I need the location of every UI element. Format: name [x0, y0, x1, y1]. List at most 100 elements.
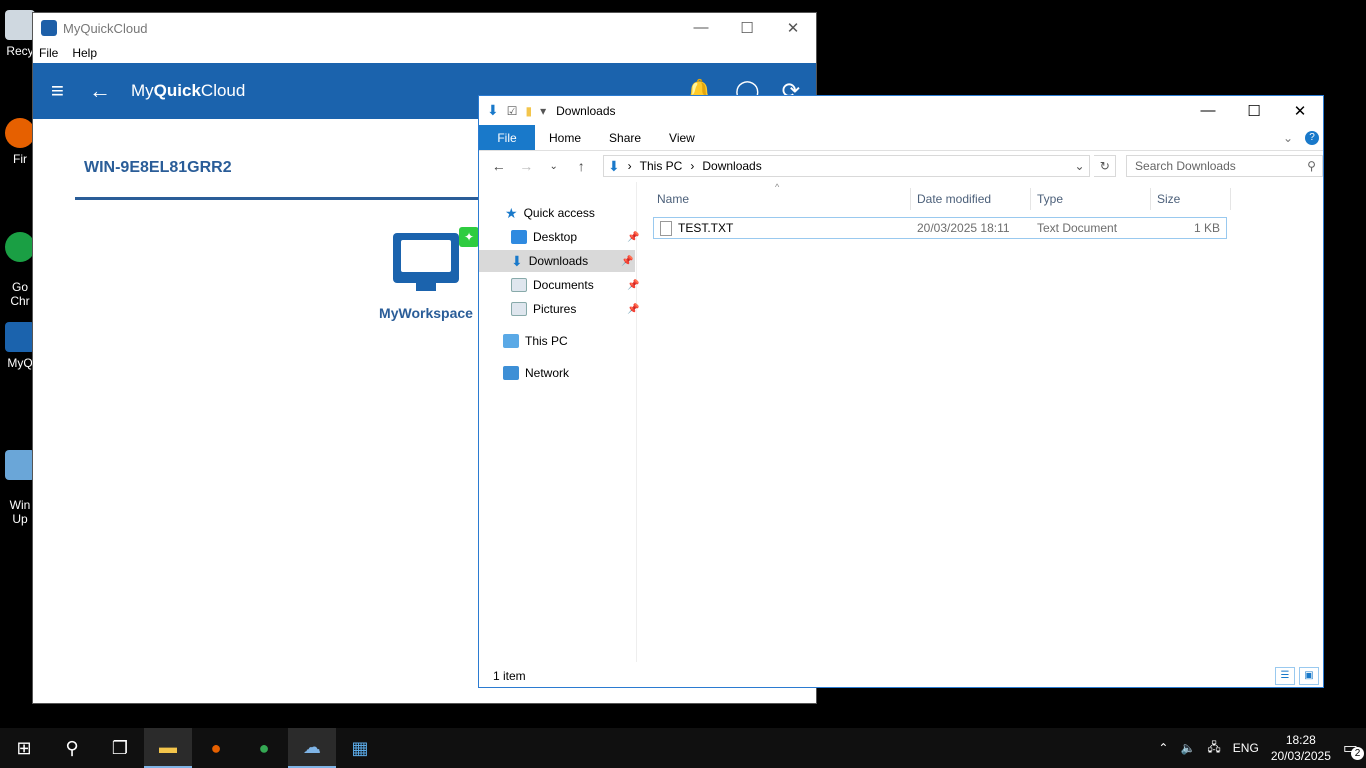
firefox-taskbar-icon[interactable]: ● — [192, 728, 240, 768]
details-view-icon[interactable]: ☰ — [1275, 667, 1295, 685]
column-header-name[interactable]: Name ^ — [651, 182, 911, 210]
column-header-date-modified[interactable]: Date modified — [911, 188, 1031, 210]
recent-locations-icon[interactable]: ⌄ — [542, 161, 565, 172]
ribbon-tab-home[interactable]: Home — [535, 131, 595, 145]
help-icon[interactable]: ? — [1305, 130, 1319, 145]
desktop-icon-label: Fir — [13, 152, 27, 166]
new-folder-icon[interactable]: ▮ — [526, 104, 533, 118]
pin-icon[interactable]: 📌 — [627, 232, 639, 243]
nav-desktop[interactable]: Desktop 📌 — [511, 226, 639, 248]
nav-pictures[interactable]: Pictures 📌 — [511, 298, 639, 320]
myquickcloud-taskbar-icon[interactable]: ☁ — [288, 728, 336, 768]
ribbon: File Home Share View ⌄ ? — [479, 125, 1323, 151]
file-explorer-taskbar-icon[interactable]: ▬ — [144, 728, 192, 768]
task-view-icon[interactable]: ❐ — [96, 728, 144, 768]
up-icon[interactable]: ↑ — [569, 158, 592, 174]
nav-network[interactable]: Network — [503, 362, 635, 384]
nav-documents[interactable]: Documents 📌 — [511, 274, 639, 296]
pin-icon[interactable]: 📌 — [627, 304, 639, 315]
close-button[interactable]: ✕ — [770, 19, 816, 37]
navigation-pane: ★ Quick access Desktop 📌 ⬇ Downloads 📌 D… — [479, 182, 639, 662]
breadcrumb-downloads[interactable]: Downloads — [702, 159, 761, 173]
column-header-type[interactable]: Type — [1031, 188, 1151, 210]
clock[interactable]: 18:28 20/03/2025 — [1271, 732, 1331, 764]
divider — [75, 197, 495, 200]
qat-dropdown-icon[interactable]: ▾ — [540, 104, 546, 118]
volume-muted-icon[interactable]: 🔈 — [1180, 741, 1195, 755]
recycle-bin-icon — [5, 10, 35, 40]
windows-update-icon — [5, 450, 35, 480]
star-icon: ★ — [505, 204, 518, 221]
desktop-icon-label: Go Chr — [10, 280, 30, 308]
file-name: TEST.TXT — [678, 221, 734, 235]
nav-this-pc[interactable]: This PC — [503, 330, 635, 352]
explorer-titlebar: ⬇ ☑ ▮ ▾ Downloads — ☐ ✕ — [479, 96, 1323, 125]
notification-count: 2 — [1351, 747, 1364, 760]
ribbon-tab-view[interactable]: View — [655, 131, 709, 145]
ribbon-tab-share[interactable]: Share — [595, 131, 655, 145]
monitor-stand — [416, 283, 436, 291]
nav-label: Downloads — [528, 254, 589, 268]
breadcrumb-this-pc[interactable]: This PC — [640, 159, 683, 173]
expand-ribbon-icon[interactable]: ⌄ — [1283, 131, 1293, 145]
minimize-button[interactable]: — — [1185, 102, 1231, 120]
menu-bar: File Help — [33, 43, 816, 63]
running-man-icon: ✦ — [459, 227, 479, 247]
file-row[interactable]: TEST.TXT 20/03/2025 18:11 Text Document … — [653, 217, 1227, 239]
window-title: MyQuickCloud — [63, 20, 148, 36]
explorer-title: Downloads — [556, 103, 616, 118]
notifications-icon[interactable]: ▭ 2 — [1343, 738, 1364, 760]
forward-icon[interactable]: → — [514, 158, 537, 174]
search-box[interactable]: Search Downloads ⚲ — [1126, 155, 1323, 177]
explorer-window: ⬇ ☑ ▮ ▾ Downloads — ☐ ✕ File Home Share … — [478, 95, 1324, 688]
address-bar[interactable]: ⬇ › This PC › Downloads ⌄ — [602, 155, 1091, 177]
column-label: Date modified — [917, 192, 992, 206]
search-icon[interactable]: ⚲ — [48, 728, 96, 768]
close-button[interactable]: ✕ — [1277, 102, 1323, 120]
nav-label: Pictures — [533, 302, 577, 316]
desktop-icon-label: Win Up — [9, 498, 31, 526]
column-label: Size — [1157, 192, 1181, 206]
address-dropdown-icon[interactable]: ⌄ — [1069, 159, 1089, 173]
text-file-icon — [660, 220, 672, 236]
workspace-label: MyWorkspace — [379, 305, 473, 321]
menu-help[interactable]: Help — [72, 46, 97, 60]
status-bar: 1 item ☰ ▣ — [479, 664, 1323, 688]
pin-icon[interactable]: 📌 — [627, 280, 639, 291]
breadcrumb-separator-icon: › — [627, 159, 632, 173]
search-placeholder: Search Downloads — [1135, 159, 1236, 173]
properties-icon[interactable]: ☑ — [507, 104, 518, 118]
myquickcloud-app-icon — [41, 20, 57, 36]
back-icon[interactable]: ← — [487, 158, 510, 174]
maximize-button[interactable]: ☐ — [724, 19, 770, 37]
taskbar: ⊞ ⚲ ❐ ▬ ● ● ☁ ▦ ⌃ 🔈 🖧 ENG 18:28 20/03/20… — [0, 728, 1366, 768]
address-row: ← → ⌄ ↑ ⬇ › This PC › Downloads ⌄ ↻ Sear… — [479, 151, 1323, 181]
ribbon-file-tab[interactable]: File — [479, 125, 535, 150]
workspace-tile[interactable]: ✦ MyWorkspace — [371, 227, 481, 321]
hamburger-menu-icon[interactable]: ≡ — [51, 78, 89, 104]
language-indicator[interactable]: ENG — [1233, 741, 1259, 755]
large-icons-view-icon[interactable]: ▣ — [1299, 667, 1319, 685]
minimize-button[interactable]: — — [678, 19, 724, 37]
remote-desktop-taskbar-icon[interactable]: ▦ — [336, 728, 384, 768]
titlebar: MyQuickCloud — ☐ ✕ — [33, 13, 816, 43]
nav-downloads[interactable]: ⬇ Downloads 📌 — [479, 250, 635, 272]
refresh-icon[interactable]: ↻ — [1094, 155, 1117, 177]
pictures-icon — [511, 302, 527, 316]
clock-time: 18:28 — [1285, 733, 1316, 747]
chrome-taskbar-icon[interactable]: ● — [240, 728, 288, 768]
desktop-folder-icon — [511, 230, 527, 244]
file-type: Text Document — [1037, 221, 1118, 235]
show-hidden-icons-chevron-icon[interactable]: ⌃ — [1158, 741, 1168, 755]
pin-icon[interactable]: 📌 — [621, 256, 633, 267]
workspace-monitor-icon — [393, 233, 459, 283]
maximize-button[interactable]: ☐ — [1231, 102, 1277, 120]
column-header-size[interactable]: Size — [1151, 188, 1231, 210]
start-windows-icon[interactable]: ⊞ — [0, 728, 48, 768]
network-status-icon[interactable]: 🖧 — [1207, 738, 1220, 759]
menu-file[interactable]: File — [39, 46, 58, 60]
nav-label: Network — [525, 366, 570, 380]
logo-prefix: My — [131, 81, 154, 100]
back-arrow-icon[interactable]: ← — [89, 78, 131, 104]
nav-quick-access[interactable]: ★ Quick access — [505, 202, 635, 224]
